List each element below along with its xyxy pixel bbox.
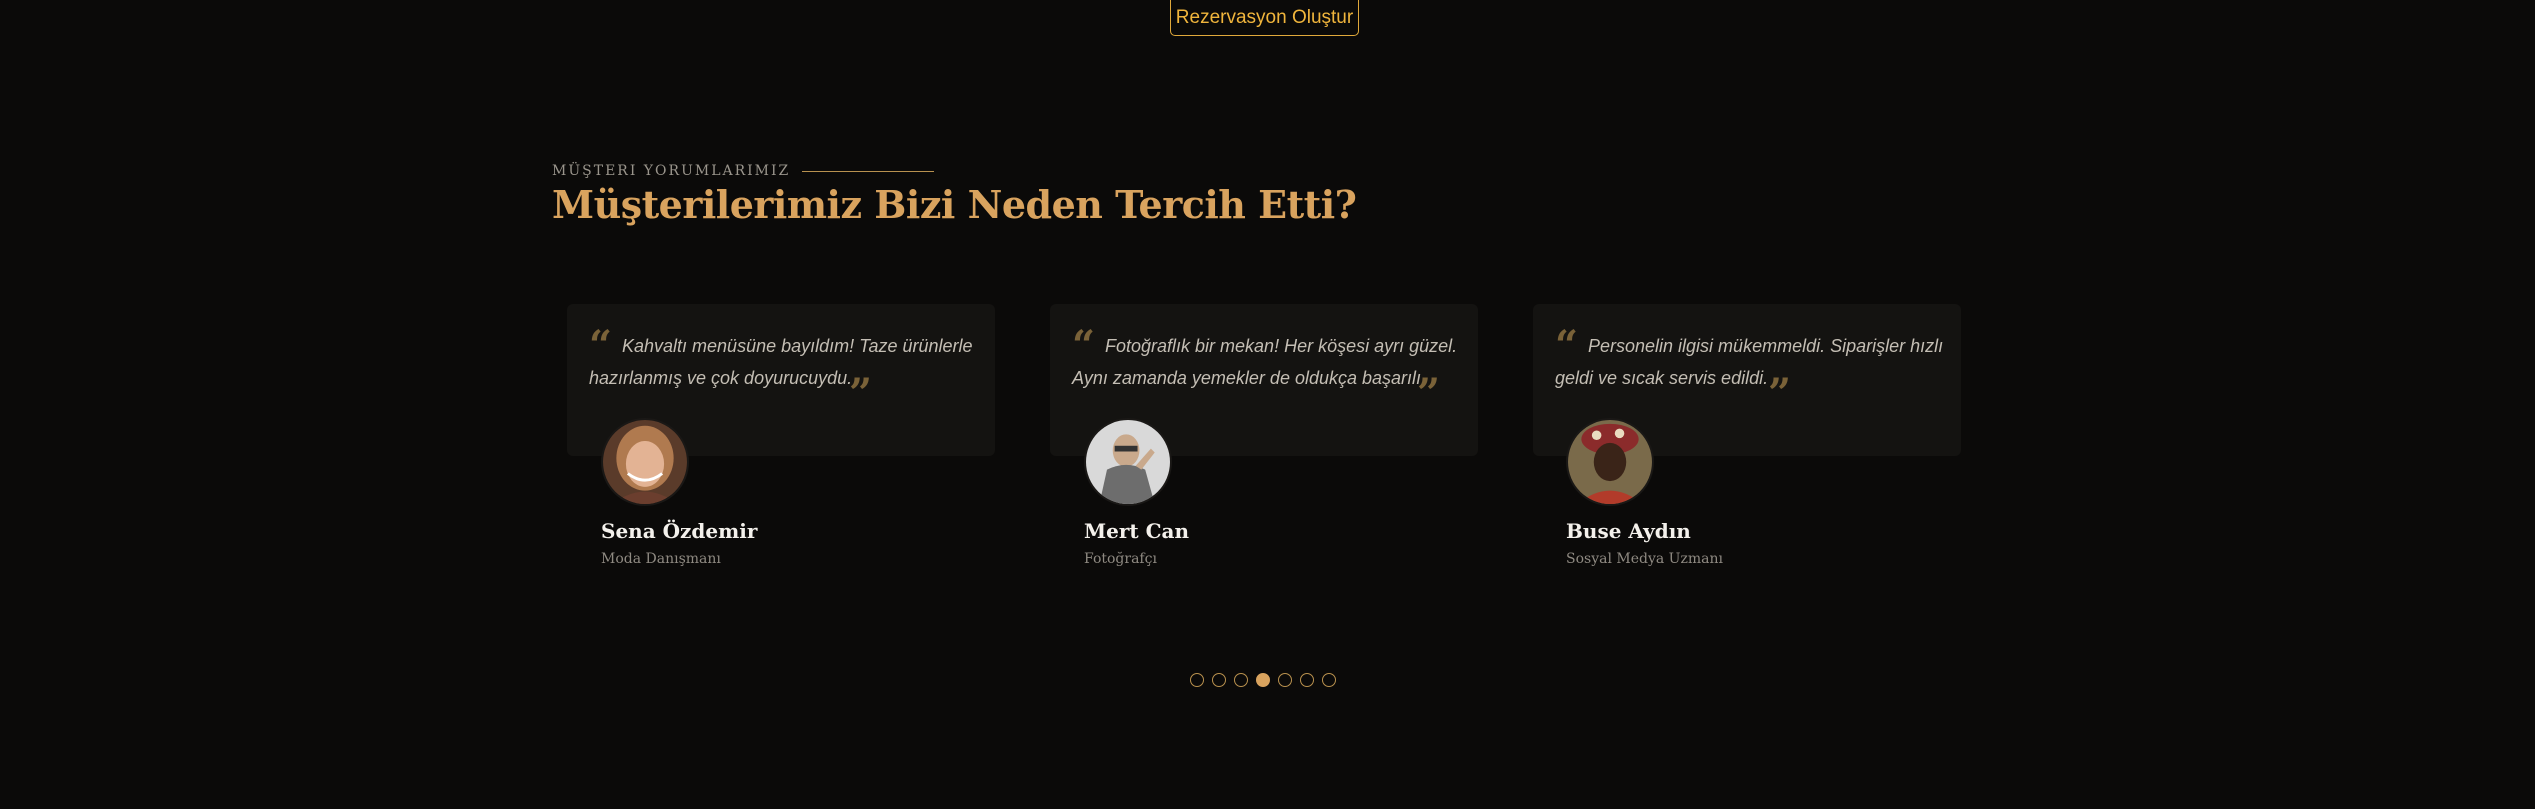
quote-close-icon: ” xyxy=(1417,370,1441,417)
pagination-dot[interactable] xyxy=(1278,673,1292,687)
person-name: Sena Özdemir xyxy=(601,519,758,543)
quote-close-icon: ” xyxy=(1768,370,1792,417)
testimonial-text: Fotoğraflık bir mekan! Her köşesi ayrı g… xyxy=(1072,336,1458,388)
testimonial-text: Personelin ilgisi mükemmeldi. Siparişler… xyxy=(1555,336,1944,388)
reservation-button[interactable]: Rezervasyon Oluştur xyxy=(1170,0,1359,36)
person-name: Mert Can xyxy=(1084,519,1190,543)
pagination-dot[interactable] xyxy=(1234,673,1248,687)
pagination-dot[interactable] xyxy=(1300,673,1314,687)
carousel-pagination xyxy=(1190,673,1336,687)
avatar xyxy=(601,418,689,506)
avatar-photo-man xyxy=(1086,420,1170,504)
testimonial-text: Kahvaltı menüsüne bayıldım! Taze ürünler… xyxy=(589,336,973,388)
pagination-dot[interactable] xyxy=(1322,673,1336,687)
quote-close-icon: ” xyxy=(849,370,873,417)
person-role: Fotoğrafçı xyxy=(1084,551,1157,567)
section-eyebrow: MÜŞTERI YORUMLARIMIZ xyxy=(552,163,935,179)
person-role: Moda Danışmanı xyxy=(601,551,721,567)
person-name: Buse Aydın xyxy=(1566,519,1691,543)
eyebrow-divider xyxy=(802,170,935,172)
avatar xyxy=(1084,418,1172,506)
section-title: Müşterilerimiz Bizi Neden Tercih Etti? xyxy=(552,182,1357,227)
avatar xyxy=(1566,418,1654,506)
person-role: Sosyal Medya Uzmanı xyxy=(1566,551,1723,567)
avatar-photo-woman-2 xyxy=(1568,420,1652,504)
section-eyebrow-label: MÜŞTERI YORUMLARIMIZ xyxy=(552,163,791,179)
avatar-photo-woman xyxy=(603,420,687,504)
pagination-dot[interactable] xyxy=(1190,673,1204,687)
pagination-dot[interactable] xyxy=(1212,673,1226,687)
pagination-dot[interactable] xyxy=(1256,673,1270,687)
